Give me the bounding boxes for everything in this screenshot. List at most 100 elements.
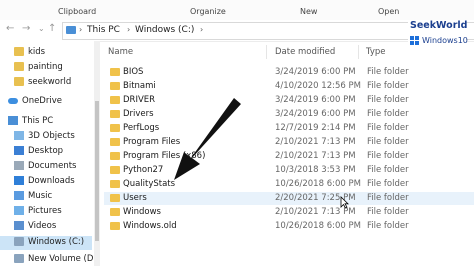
- file-name: Python27: [123, 165, 164, 175]
- videos-icon: [14, 221, 24, 230]
- sidebar-item-label: Documents: [28, 161, 77, 171]
- table-row[interactable]: Drivers 3/24/2019 6:00 PM File folder: [104, 108, 474, 121]
- file-date: 12/7/2019 2:14 PM: [275, 123, 356, 133]
- drive-icon: [14, 254, 24, 263]
- column-header-name[interactable]: Name: [108, 47, 133, 57]
- file-list: Name Date modified Type BIOS 3/24/2019 6…: [100, 41, 474, 266]
- table-row[interactable]: Windows.old 10/26/2018 6:00 PM File fold…: [104, 220, 474, 233]
- sidebar-item-label: Downloads: [28, 176, 75, 186]
- sidebar-item-kids[interactable]: kids: [0, 46, 92, 60]
- column-divider[interactable]: [358, 45, 359, 59]
- sidebar-item-label: Windows (C:): [28, 237, 85, 247]
- sidebar-item-new-volume-d[interactable]: New Volume (D:): [0, 253, 100, 267]
- breadcrumb-windows-c[interactable]: Windows (C:): [135, 25, 194, 35]
- navigation-pane: kids painting seekworld OneDrive This PC…: [0, 41, 100, 266]
- file-name: PerfLogs: [123, 123, 160, 133]
- folder-icon: [14, 62, 24, 71]
- sidebar-item-label: This PC: [22, 116, 54, 126]
- breadcrumb-chevron-icon: ›: [127, 25, 131, 34]
- pictures-icon: [14, 206, 24, 215]
- sidebar-item-documents[interactable]: Documents: [0, 160, 92, 174]
- file-name: QualityStats: [123, 179, 176, 189]
- table-row[interactable]: BIOS 3/24/2019 6:00 PM File folder: [104, 66, 474, 79]
- table-row[interactable]: Program Files (x86) 2/10/2021 7:13 PM Fi…: [104, 150, 474, 163]
- file-date: 2/10/2021 7:13 PM: [275, 151, 356, 161]
- cube-icon: [14, 131, 24, 140]
- table-row[interactable]: DRIVER 3/24/2019 6:00 PM File folder: [104, 94, 474, 107]
- column-divider[interactable]: [266, 45, 267, 59]
- breadcrumb-this-pc[interactable]: This PC: [87, 25, 120, 35]
- file-name: Drivers: [123, 109, 154, 119]
- table-row[interactable]: Bitnami 4/10/2020 12:56 PM File folder: [104, 80, 474, 93]
- sidebar-scrollbar-thumb[interactable]: [95, 101, 99, 241]
- ribbon-group-open[interactable]: Open: [378, 7, 399, 16]
- recent-chevron-icon[interactable]: ⌄: [38, 24, 45, 33]
- sidebar-item-windows-c[interactable]: Windows (C:): [0, 236, 92, 250]
- table-row[interactable]: Users 2/20/2021 7:25 PM File folder: [104, 192, 474, 205]
- sidebar-item-this-pc[interactable]: This PC: [0, 115, 92, 129]
- folder-icon: [110, 208, 120, 216]
- folder-icon: [110, 68, 120, 76]
- file-date: 4/10/2020 12:56 PM: [275, 81, 361, 91]
- windows-logo-icon: [410, 36, 420, 46]
- folder-icon: [110, 110, 120, 118]
- sidebar-item-painting[interactable]: painting: [0, 61, 92, 75]
- table-row[interactable]: Python27 10/3/2018 3:53 PM File folder: [104, 164, 474, 177]
- sidebar-item-seekworld[interactable]: seekworld: [0, 76, 92, 90]
- ribbon-group-organize[interactable]: Organize: [190, 7, 226, 16]
- computer-icon: [66, 26, 76, 34]
- file-name: Bitnami: [123, 81, 156, 91]
- column-header-type[interactable]: Type: [366, 47, 386, 57]
- file-date: 3/24/2019 6:00 PM: [275, 67, 356, 77]
- table-row[interactable]: QualityStats 10/26/2018 6:00 PM File fol…: [104, 178, 474, 191]
- folder-icon: [110, 96, 120, 104]
- folder-icon: [110, 138, 120, 146]
- file-date: 3/24/2019 6:00 PM: [275, 109, 356, 119]
- ribbon-group-new[interactable]: New: [300, 7, 317, 16]
- file-name: BIOS: [123, 67, 144, 77]
- sidebar-item-3d-objects[interactable]: 3D Objects: [0, 130, 92, 144]
- folder-icon: [110, 194, 120, 202]
- table-row[interactable]: Program Files 2/10/2021 7:13 PM File fol…: [104, 136, 474, 149]
- mouse-cursor-icon: [340, 196, 349, 209]
- address-row: ← → ⌄ ↑ › This PC › Windows (C:) ›: [0, 20, 474, 42]
- sidebar-item-onedrive[interactable]: OneDrive: [0, 95, 92, 109]
- sidebar-item-music[interactable]: Music: [0, 190, 92, 204]
- cloud-icon: [8, 98, 18, 104]
- brand-os: Windows10: [422, 36, 468, 45]
- desktop-icon: [14, 146, 24, 155]
- sidebar-item-pictures[interactable]: Pictures: [0, 205, 92, 219]
- forward-arrow-icon[interactable]: →: [22, 23, 30, 34]
- sidebar-item-label: New Volume (D:): [28, 254, 100, 264]
- file-date: 10/26/2018 6:00 PM: [275, 221, 361, 231]
- file-name: Windows.old: [123, 221, 177, 231]
- file-name: Windows: [123, 207, 161, 217]
- annotation-arrow-icon: [174, 98, 241, 180]
- folder-icon: [110, 124, 120, 132]
- file-type: File folder: [367, 137, 409, 147]
- folder-icon: [110, 222, 120, 230]
- sidebar-item-videos[interactable]: Videos: [0, 220, 92, 234]
- folder-icon: [110, 180, 120, 188]
- table-row[interactable]: Windows 2/10/2021 7:13 PM File folder: [104, 206, 474, 219]
- file-type: File folder: [367, 207, 409, 217]
- sidebar-item-label: Pictures: [28, 206, 62, 216]
- up-arrow-icon[interactable]: ↑: [48, 23, 56, 34]
- file-type: File folder: [367, 109, 409, 119]
- sidebar-item-desktop[interactable]: Desktop: [0, 145, 92, 159]
- sidebar-item-downloads[interactable]: Downloads: [0, 175, 92, 189]
- file-type: File folder: [367, 221, 409, 231]
- drive-icon: [14, 237, 24, 246]
- folder-icon: [14, 47, 24, 56]
- sidebar-item-label: Desktop: [28, 146, 64, 156]
- sidebar-item-label: OneDrive: [22, 96, 62, 106]
- file-date: 10/26/2018 6:00 PM: [275, 179, 361, 189]
- sidebar-item-label: seekworld: [28, 77, 72, 87]
- column-header-date[interactable]: Date modified: [275, 47, 335, 57]
- sidebar-item-label: 3D Objects: [28, 131, 75, 141]
- back-arrow-icon[interactable]: ←: [6, 23, 14, 34]
- breadcrumb-chevron-icon: ›: [200, 25, 204, 34]
- table-row[interactable]: PerfLogs 12/7/2019 2:14 PM File folder: [104, 122, 474, 135]
- file-date: 10/3/2018 3:53 PM: [275, 165, 356, 175]
- ribbon-group-clipboard[interactable]: Clipboard: [58, 7, 96, 16]
